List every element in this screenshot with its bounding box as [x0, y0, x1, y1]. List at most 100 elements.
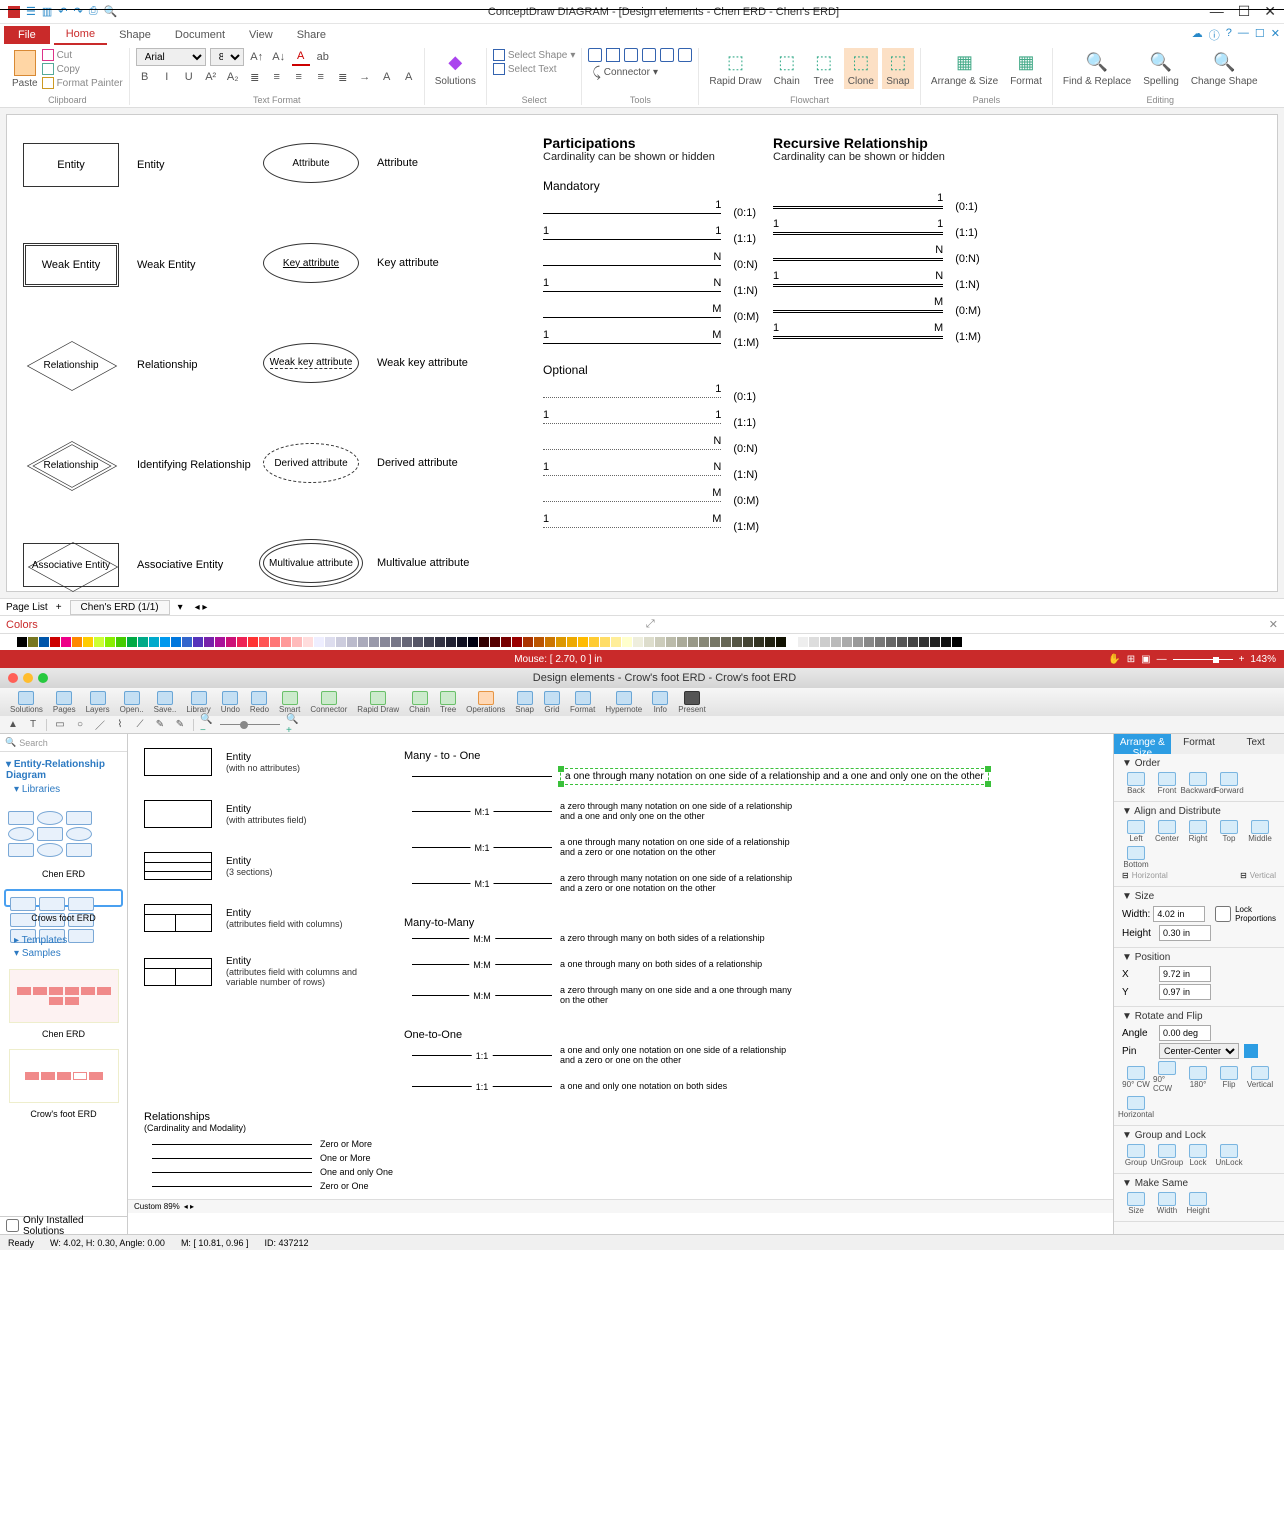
color-swatch[interactable] — [809, 637, 819, 647]
color-swatch[interactable] — [875, 637, 885, 647]
qat-search-icon[interactable]: 🔍 — [104, 5, 118, 18]
cardinality-line[interactable]: 1M(1:M) — [543, 337, 773, 349]
shape-relationship[interactable]: RelationshipRelationship — [23, 343, 263, 387]
panel-btn-width[interactable]: Width — [1153, 1192, 1181, 1215]
mac-tb-snap[interactable]: Snap — [511, 691, 538, 714]
color-swatch[interactable] — [336, 637, 346, 647]
color-swatch[interactable] — [710, 637, 720, 647]
panel-btn-middle[interactable]: Middle — [1246, 820, 1274, 843]
text-format-btn-10[interactable]: → — [356, 68, 374, 86]
color-swatch[interactable] — [182, 637, 192, 647]
x-input[interactable] — [1159, 966, 1211, 982]
colors-pin-icon[interactable]: ⤢ — [646, 618, 655, 631]
pointer-tool-icon[interactable]: ▲ — [6, 718, 20, 732]
color-swatch[interactable] — [490, 637, 500, 647]
color-swatch[interactable] — [204, 637, 214, 647]
color-swatch[interactable] — [138, 637, 148, 647]
color-swatch[interactable] — [545, 637, 555, 647]
library-crows-foot[interactable] — [4, 889, 123, 907]
text-format-btn-9[interactable]: ≣ — [334, 68, 352, 86]
panel-btn-flip[interactable]: Flip — [1215, 1066, 1243, 1089]
page-dropdown-icon[interactable]: ▾ — [178, 602, 183, 613]
tab-file[interactable]: File — [4, 26, 50, 44]
color-swatch[interactable] — [314, 637, 324, 647]
mac-tb-format[interactable]: Format — [566, 691, 599, 714]
cf-relation-line[interactable]: a one through many notation on one side … — [404, 768, 1097, 785]
color-swatch[interactable] — [248, 637, 258, 647]
font-size-select[interactable]: 8 — [210, 48, 244, 66]
pencil-tool-icon[interactable]: ✎ — [153, 718, 167, 732]
color-swatch[interactable] — [765, 637, 775, 647]
text-tool-icon[interactable]: T — [26, 718, 40, 732]
panel-btn-height[interactable]: Height — [1184, 1192, 1212, 1215]
color-swatch[interactable] — [699, 637, 709, 647]
color-swatch[interactable] — [457, 637, 467, 647]
color-swatch[interactable] — [39, 637, 49, 647]
sample-chen[interactable] — [9, 969, 119, 1023]
mac-tb-save[interactable]: Save.. — [150, 691, 181, 714]
text-format-btn-8[interactable]: ≡ — [312, 68, 330, 86]
editing-change-shape[interactable]: 🔍Change Shape — [1187, 48, 1262, 89]
cardinality-line[interactable]: N(0:N) — [543, 259, 773, 271]
panel-btn-right[interactable]: Right — [1184, 820, 1212, 843]
color-swatch[interactable] — [259, 637, 269, 647]
pen-tool-icon[interactable]: ✎ — [173, 718, 187, 732]
color-swatch[interactable] — [941, 637, 951, 647]
selected-shape[interactable]: a one through many notation on one side … — [560, 768, 989, 785]
panel-btn-horizontal[interactable]: Horizontal — [1122, 1096, 1150, 1119]
color-swatch[interactable] — [17, 637, 27, 647]
color-swatch[interactable] — [402, 637, 412, 647]
panel-btn-back[interactable]: Back — [1122, 772, 1150, 795]
mac-tb-layers[interactable]: Layers — [82, 691, 114, 714]
mac-zoom-icon[interactable] — [38, 673, 48, 683]
cardinality-line[interactable]: 11(1:1) — [543, 233, 773, 245]
color-swatch[interactable] — [94, 637, 104, 647]
color-swatch[interactable] — [523, 637, 533, 647]
panel-btn-unlock[interactable]: UnLock — [1215, 1144, 1243, 1167]
tab-home[interactable]: Home — [54, 25, 107, 45]
panel-format[interactable]: ▦Format — [1006, 48, 1046, 89]
panel-btn-forward[interactable]: Forward — [1215, 772, 1243, 795]
tool-icon-0[interactable] — [588, 48, 602, 62]
close-doc-icon[interactable]: ✕ — [1271, 27, 1280, 43]
text-format-btn-1[interactable]: I — [158, 68, 176, 86]
color-swatch[interactable] — [512, 637, 522, 647]
color-swatch[interactable] — [237, 637, 247, 647]
text-format-btn-3[interactable]: A² — [202, 68, 220, 86]
shape-weak-entity[interactable]: Weak EntityWeak Entity — [23, 243, 263, 287]
color-swatch[interactable] — [72, 637, 82, 647]
mac-tb-grid[interactable]: Grid — [540, 691, 564, 714]
panel-arrange---size[interactable]: ▦Arrange & Size — [927, 48, 1002, 89]
angle-input[interactable] — [1159, 1025, 1211, 1041]
tree-libraries[interactable]: ▾ Libraries — [14, 784, 121, 795]
color-swatch[interactable] — [380, 637, 390, 647]
cardinality-line[interactable]: 1(0:1) — [543, 391, 773, 403]
cf-relation-line[interactable]: M:Ma one through many on both sides of a… — [404, 959, 1097, 969]
cf-relation-line[interactable]: M:1a one through many notation on one si… — [404, 837, 1097, 857]
cut-button[interactable]: Cut — [42, 48, 123, 62]
color-swatch[interactable] — [666, 637, 676, 647]
qat-undo-icon[interactable]: ↶ — [58, 5, 67, 18]
color-swatch[interactable] — [743, 637, 753, 647]
color-swatch[interactable] — [677, 637, 687, 647]
editing-spelling[interactable]: 🔍Spelling — [1139, 48, 1183, 89]
mac-tb-hypernote[interactable]: Hypernote — [601, 691, 646, 714]
shape-associative-entity[interactable]: Associative EntityAssociative Entity — [23, 543, 263, 587]
panel-btn-front[interactable]: Front — [1153, 772, 1181, 795]
color-swatch[interactable] — [886, 637, 896, 647]
rect-tool-icon[interactable]: ▭ — [53, 718, 67, 732]
color-swatch[interactable] — [611, 637, 621, 647]
pin-select[interactable]: Center-Center — [1159, 1043, 1239, 1059]
cf-basic-line[interactable]: One and only One — [144, 1167, 1097, 1177]
maximize-button[interactable]: ☐ — [1238, 3, 1251, 20]
color-swatch[interactable] — [171, 637, 181, 647]
sample-crows-foot[interactable] — [9, 1049, 119, 1103]
cardinality-line[interactable]: 1N(1:N) — [543, 469, 773, 481]
color-swatch[interactable] — [424, 637, 434, 647]
fit-icon[interactable]: ▣ — [1141, 654, 1150, 665]
tab-document[interactable]: Document — [163, 26, 237, 44]
cf-entity[interactable]: Entity(3 sections) — [144, 852, 384, 880]
panel-tab-arrange[interactable]: Arrange & Size — [1114, 734, 1171, 754]
cf-entity[interactable]: Entity(with no attributes) — [144, 748, 384, 776]
cardinality-line[interactable]: 11(1:1) — [773, 227, 993, 239]
